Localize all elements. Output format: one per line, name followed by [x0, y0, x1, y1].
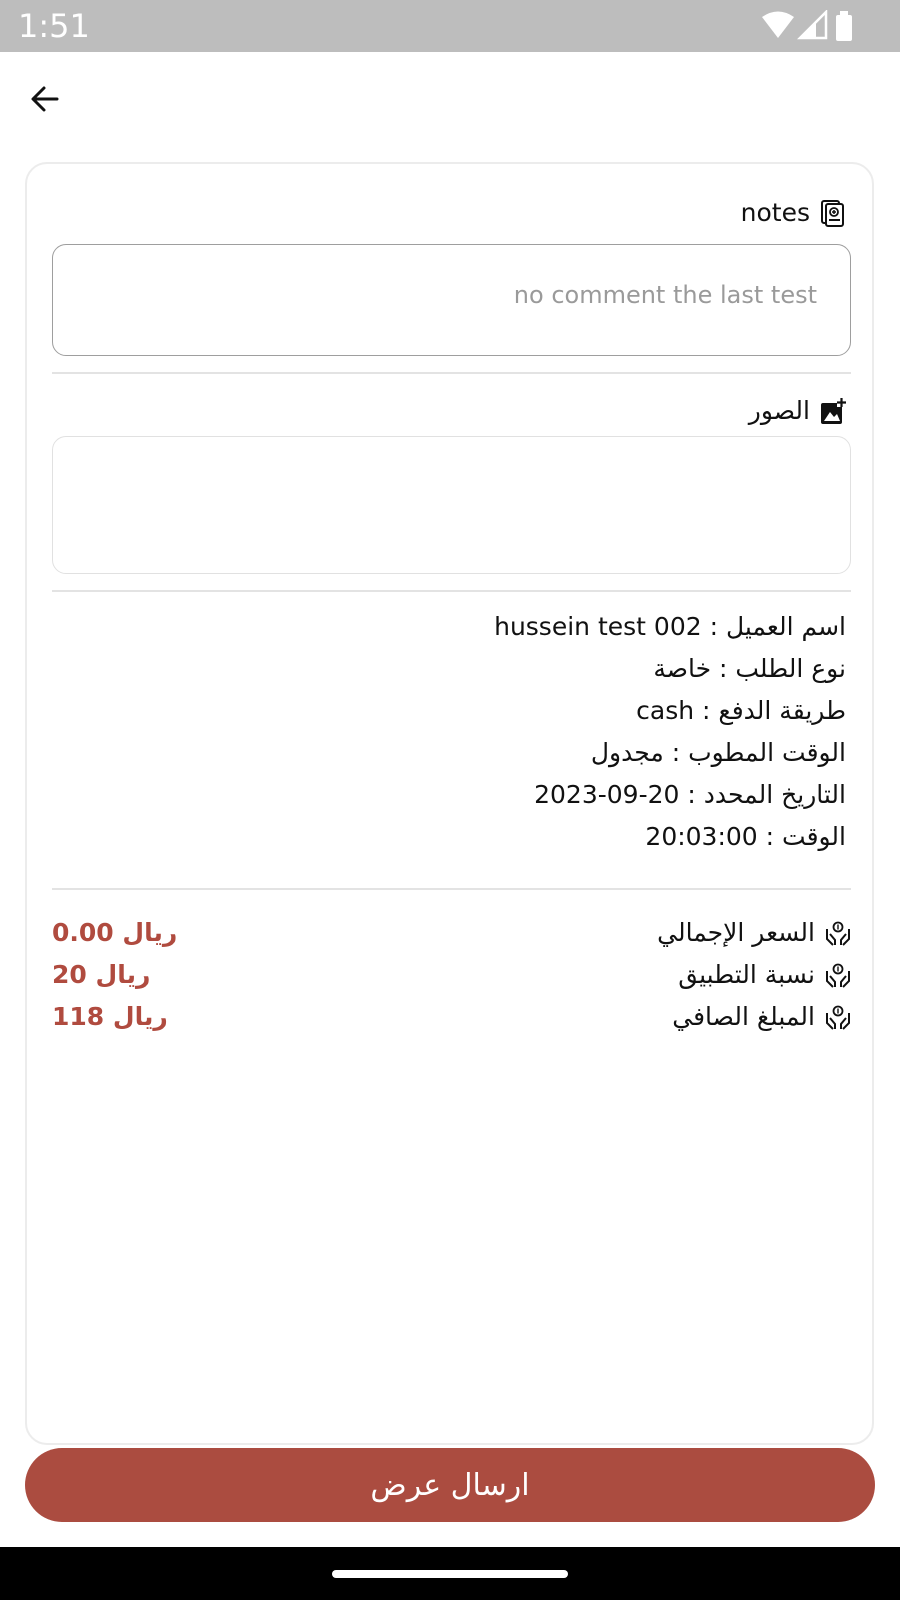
signal-icon [796, 8, 828, 40]
hands-money-icon [826, 921, 850, 946]
images-header: الصور [749, 396, 846, 425]
request-type: نوع الطلب : خاصة [653, 654, 846, 683]
time: الوقت : 20:03:00 [645, 822, 846, 851]
price-label: السعر الإجمالي [657, 918, 815, 947]
price-value: 20 ريال [52, 960, 151, 989]
price-value: 118 ريال [52, 1002, 168, 1031]
price-label: نسبة التطبيق [678, 960, 815, 989]
notes-header: notes [741, 198, 846, 227]
payment-method: طريقة الدفع : cash [636, 696, 846, 725]
divider [52, 888, 851, 890]
notes-field[interactable]: no comment the last test [52, 244, 851, 356]
add-photo-icon[interactable] [820, 397, 846, 425]
hands-money-icon [826, 963, 850, 988]
divider [52, 590, 851, 592]
home-indicator[interactable] [332, 1570, 568, 1578]
price-row-net: المبلغ الصافي 118 ريال [52, 1000, 851, 1042]
price-value: 0.00 ريال [52, 918, 178, 947]
hands-money-icon [826, 1005, 850, 1030]
notes-label: notes [740, 198, 810, 227]
status-bar: 1:51 [0, 0, 900, 52]
send-offer-button[interactable]: ارسال عرض [25, 1448, 875, 1522]
wifi-icon [762, 11, 794, 38]
navigation-bar [0, 1547, 900, 1600]
price-label-wrap: نسبة التطبيق [678, 960, 851, 989]
requested-time: الوقت المطوب : مجدول [590, 738, 846, 767]
pricing-list: السعر الإجمالي 0.00 ريال نسبة التطبيق 20… [52, 916, 851, 1042]
notes-icon [821, 199, 844, 227]
status-time: 1:51 [18, 7, 90, 45]
divider [52, 372, 851, 374]
price-row-app-fee: نسبة التطبيق 20 ريال [52, 958, 851, 1000]
customer-name: اسم العميل : hussein test 002 [494, 612, 846, 641]
arrow-left-icon [31, 86, 59, 112]
back-button[interactable] [20, 74, 70, 124]
price-label-wrap: السعر الإجمالي [657, 918, 851, 947]
images-container[interactable] [52, 436, 851, 574]
order-card: notes no comment the last test الصور اسم… [25, 162, 874, 1445]
price-label: المبلغ الصافي [672, 1002, 815, 1031]
scheduled-date: التاريخ المحدد : 20-09-2023 [534, 780, 846, 809]
price-row-total: السعر الإجمالي 0.00 ريال [52, 916, 851, 958]
price-label-wrap: المبلغ الصافي [672, 1002, 851, 1031]
status-icons [760, 8, 870, 42]
order-details: اسم العميل : hussein test 002 نوع الطلب … [66, 606, 846, 858]
battery-icon [836, 11, 852, 41]
notes-value: no comment the last test [513, 281, 817, 309]
images-label: الصور [748, 396, 810, 425]
app-bar [0, 52, 900, 148]
